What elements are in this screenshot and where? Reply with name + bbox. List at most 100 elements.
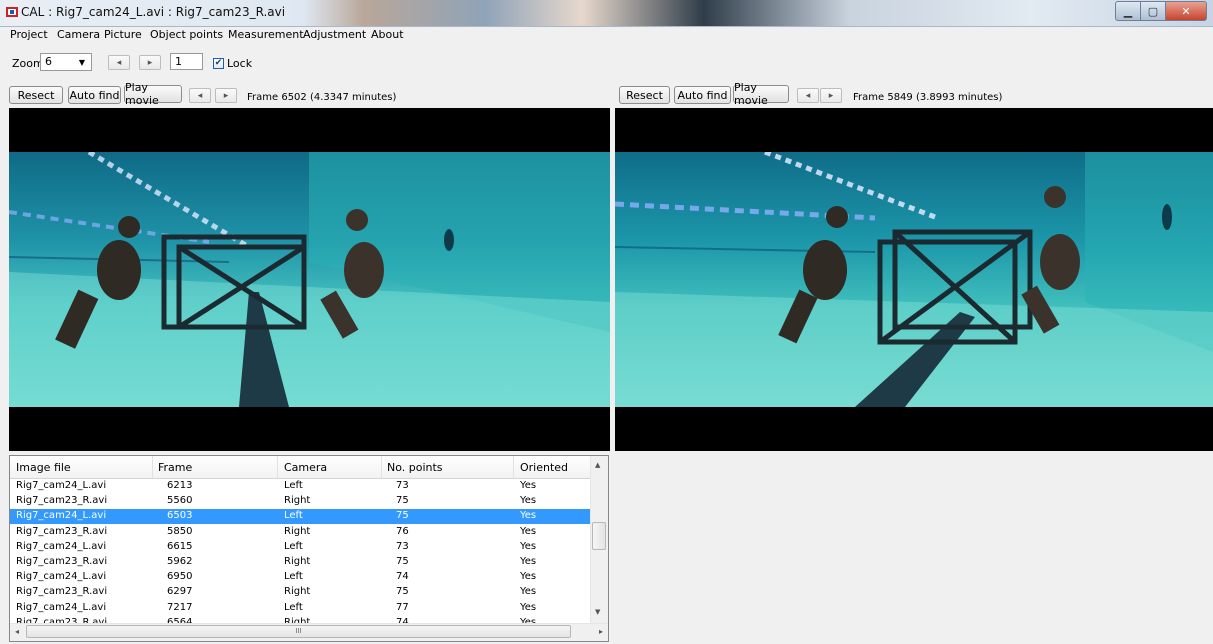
right-video-view[interactable] [615,108,1213,451]
window-controls: ▁ ▢ ✕ [1115,1,1207,21]
cell-frame: 6213 [167,480,193,491]
cal-app-icon [6,7,18,17]
table-row[interactable]: Rig7_cam23_R.avi 6297 Right 75 Yes [10,585,598,600]
window-title: CAL : Rig7_cam24_L.avi : Rig7_cam23_R.av… [21,5,286,19]
zoom-prev-button[interactable]: ◂ [108,55,130,70]
maximize-icon[interactable]: ▢ [1140,1,1165,21]
cell-no-points: 75 [396,495,409,507]
cell-no-points: 75 [396,556,409,567]
menu-bar: Project Camera Picture Object points Mea… [0,27,1213,42]
header-camera[interactable]: Camera [284,461,327,474]
cell-no-points: 73 [396,540,409,552]
header-no-points[interactable]: No. points [387,461,443,474]
cell-frame: 7217 [167,601,193,613]
scroll-right-icon[interactable]: ▸ [599,627,603,636]
cell-frame: 6503 [167,510,193,522]
cell-image-file: Rig7_cam23_R.avi [16,586,108,598]
zoom-next-button[interactable]: ▸ [139,55,161,70]
left-prev-frame-button[interactable]: ◂ [189,88,211,103]
left-next-frame-button[interactable]: ▸ [215,88,237,103]
table-row[interactable]: Rig7_cam24_L.avi 7217 Left 77 Yes [10,601,598,616]
right-prev-frame-button[interactable]: ◂ [797,88,819,103]
cell-frame: 5962 [167,556,193,567]
cell-oriented: Yes [520,586,537,598]
table-row[interactable]: Rig7_cam24_L.avi 6615 Left 73 Yes [10,540,598,555]
cell-no-points: 74 [396,571,409,583]
header-image-file[interactable]: Image file [16,461,71,474]
table-row[interactable]: Rig7_cam24_L.avi 6213 Left 73 Yes [10,479,598,494]
cell-camera: Left [284,571,303,583]
table-row[interactable]: Rig7_cam24_L.avi 6950 Left 74 Yes [10,570,598,585]
cell-image-file: Rig7_cam24_L.avi [16,601,107,613]
cell-oriented: Yes [520,556,537,567]
cell-no-points: 73 [396,480,409,491]
zoom-value: 6 [45,55,52,68]
zoom-select[interactable]: 6 ▼ [40,53,92,71]
hscroll-thumb[interactable]: III [26,625,571,638]
arrow-left-icon: ◂ [805,90,811,101]
right-auto-find-button[interactable]: Auto find [674,86,731,104]
left-resect-button[interactable]: Resect [9,86,63,104]
arrow-left-icon: ◂ [197,90,203,101]
cell-oriented: Yes [520,601,537,613]
cell-no-points: 75 [396,586,409,598]
arrow-right-icon: ▸ [147,57,153,68]
right-frame-info: Frame 5849 (3.8993 minutes) [853,92,1003,103]
scroll-down-icon[interactable]: ▼ [595,608,600,616]
cell-image-file: Rig7_cam24_L.avi [16,510,107,522]
right-play-movie-button[interactable]: Play movie [733,81,789,107]
vertical-scrollbar[interactable]: ▲ ▼ [590,456,608,624]
arrow-right-icon: ▸ [223,90,229,101]
menu-project[interactable]: Project [10,28,48,41]
left-play-movie-button[interactable]: Play movie [124,81,182,107]
arrow-left-icon: ◂ [116,57,122,68]
step-input[interactable]: 1 [170,53,203,70]
header-frame[interactable]: Frame [158,461,192,474]
cell-image-file: Rig7_cam23_R.avi [16,556,108,567]
zoom-label: Zoom [12,57,44,70]
right-resect-button[interactable]: Resect [619,86,670,104]
table-row[interactable]: Rig7_cam23_R.avi 5560 Right 75 Yes [10,494,598,509]
table-header: Image file Frame Camera No. points Orien… [10,456,598,479]
right-next-frame-button[interactable]: ▸ [820,88,842,103]
table-row[interactable]: Rig7_cam23_R.avi 5962 Right 75 Yes [10,555,598,570]
image-table: Image file Frame Camera No. points Orien… [9,455,609,642]
arrow-right-icon: ▸ [828,90,834,101]
cell-frame: 6297 [167,586,193,598]
left-auto-find-button[interactable]: Auto find [68,86,121,104]
table-row[interactable]: Rig7_cam24_L.avi 6503 Left 75 Yes [10,509,598,525]
horizontal-scrollbar[interactable]: ◂ III ▸ [10,623,608,641]
cell-camera: Left [284,540,303,552]
menu-measurement[interactable]: Measurement [228,28,304,41]
cell-image-file: Rig7_cam24_L.avi [16,540,107,552]
menu-camera[interactable]: Camera [57,28,100,41]
close-icon[interactable]: ✕ [1165,1,1207,21]
cell-image-file: Rig7_cam24_L.avi [16,571,107,583]
left-pool-frame [9,152,610,407]
scroll-left-icon[interactable]: ◂ [15,627,19,636]
cell-frame: 6615 [167,540,193,552]
menu-picture[interactable]: Picture [104,28,142,41]
scroll-thumb[interactable] [592,522,606,550]
left-frame-info: Frame 6502 (4.3347 minutes) [247,92,397,103]
menu-about[interactable]: About [371,28,404,41]
cell-frame: 5850 [167,525,193,537]
menu-object-points[interactable]: Object points [150,28,223,41]
checkmark-icon: ✔ [214,58,223,68]
cell-no-points: 77 [396,601,409,613]
minimize-icon[interactable]: ▁ [1115,1,1140,21]
lock-checkbox[interactable]: ✔ [213,58,224,69]
table-row[interactable]: Rig7_cam23_R.avi 5850 Right 76 Yes [10,525,598,540]
cell-no-points: 76 [396,525,409,537]
menu-adjustment[interactable]: Adjustment [303,28,366,41]
cell-oriented: Yes [520,495,537,507]
cell-oriented: Yes [520,525,537,537]
scroll-up-icon[interactable]: ▲ [595,461,600,469]
cell-oriented: Yes [520,540,537,552]
left-video-view[interactable] [9,108,610,451]
cell-no-points: 75 [396,510,409,522]
title-bar[interactable]: CAL : Rig7_cam24_L.avi : Rig7_cam23_R.av… [0,0,1213,27]
cell-oriented: Yes [520,571,537,583]
right-pool-frame [615,152,1213,407]
header-oriented[interactable]: Oriented [520,461,568,474]
